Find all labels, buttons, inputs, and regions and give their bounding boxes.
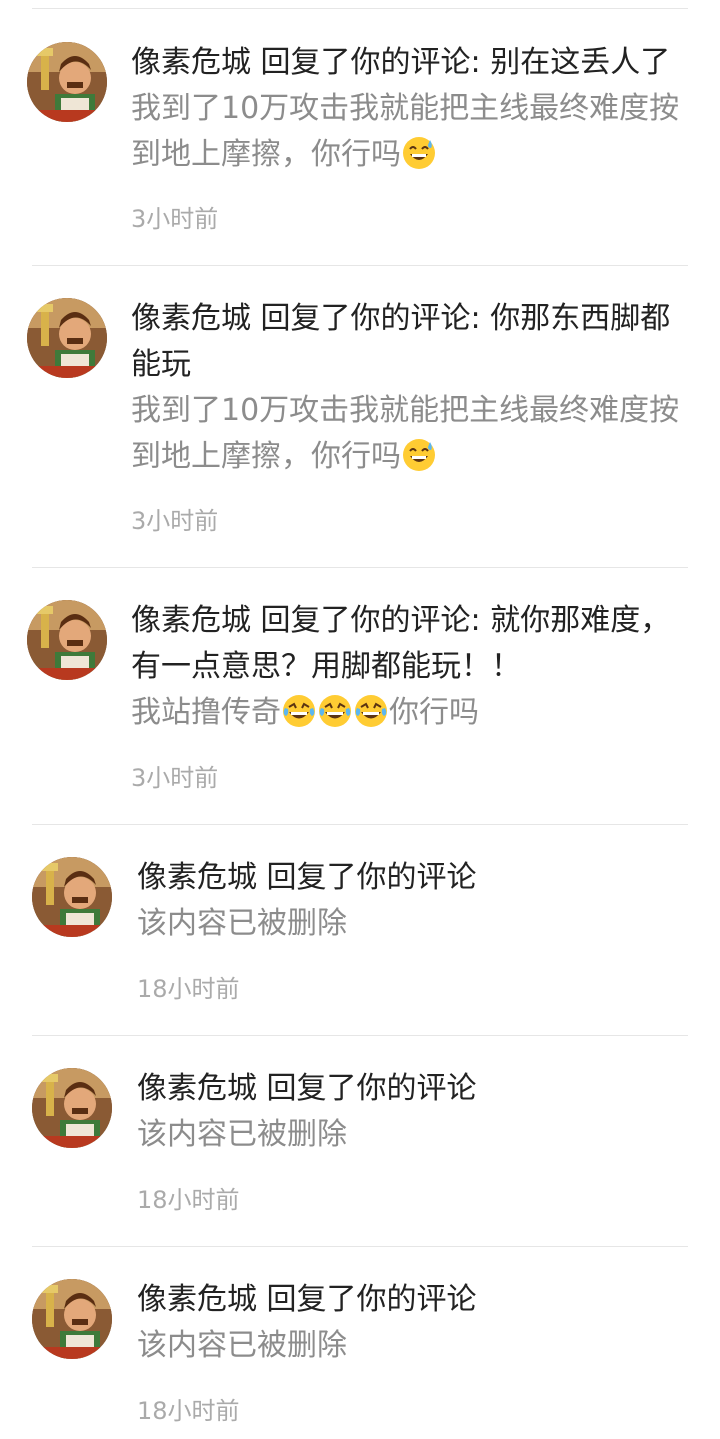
notification-content: 像素危城 回复了你的评论 该内容已被删除 <box>137 855 680 947</box>
timestamp: 3小时前 <box>131 764 219 792</box>
notification-headline: 像素危城 回复了你的评论: 你那东西脚都能玩 <box>131 296 680 388</box>
divider <box>32 265 688 266</box>
timestamp: 18小时前 <box>137 1397 240 1425</box>
action-text: 回复了你的评论 <box>266 1071 477 1106</box>
username[interactable]: 像素危城 <box>137 1071 257 1106</box>
avatar-image <box>27 298 107 378</box>
original-comment[interactable]: 我到了10万攻击我就能把主线最终难度按到地上摩擦，你行吗 <box>131 86 680 178</box>
action-text: 回复了你的评论 <box>260 301 471 336</box>
notification-headline: 像素危城 回复了你的评论: 别在这丢人了 <box>131 40 680 86</box>
avatar[interactable] <box>32 857 112 937</box>
avatar[interactable] <box>27 298 107 378</box>
notification-content: 像素危城 回复了你的评论: 别在这丢人了 我到了10万攻击我就能把主线最终难度按… <box>131 40 680 178</box>
username[interactable]: 像素危城 <box>137 860 257 895</box>
notification-content: 像素危城 回复了你的评论: 就你那难度，有一点意思？用脚都能玩！！ 我站撸传奇 <box>131 598 680 736</box>
timestamp: 18小时前 <box>137 975 240 1003</box>
notification-headline: 像素危城 回复了你的评论: 就你那难度，有一点意思？用脚都能玩！！ <box>131 598 680 690</box>
action-text: 回复了你的评论 <box>260 603 471 638</box>
tears-of-joy-emoji-icon <box>283 695 315 727</box>
deleted-content-text: 该内容已被删除 <box>137 906 347 941</box>
notification-headline: 像素危城 回复了你的评论 <box>137 1277 680 1323</box>
notification-content: 像素危城 回复了你的评论 该内容已被删除 <box>137 1066 680 1158</box>
sweat-smile-emoji-icon <box>403 137 435 169</box>
sweat-smile-emoji-icon <box>403 439 435 471</box>
top-divider <box>32 8 688 9</box>
divider <box>32 824 688 825</box>
notification-content: 像素危城 回复了你的评论 该内容已被删除 <box>137 1277 680 1369</box>
avatar[interactable] <box>32 1279 112 1359</box>
timestamp: 18小时前 <box>137 1186 240 1214</box>
notification-headline: 像素危城 回复了你的评论 <box>137 1066 680 1112</box>
avatar-image <box>27 42 107 122</box>
original-comment[interactable]: 我到了10万攻击我就能把主线最终难度按到地上摩擦，你行吗 <box>131 388 680 480</box>
deleted-content-text: 该内容已被删除 <box>137 1328 347 1363</box>
action-text: 回复了你的评论 <box>266 860 477 895</box>
avatar[interactable] <box>27 42 107 122</box>
avatar-image <box>27 600 107 680</box>
avatar[interactable] <box>27 600 107 680</box>
notification-content: 像素危城 回复了你的评论: 你那东西脚都能玩 我到了10万攻击我就能把主线最终难… <box>131 296 680 480</box>
username[interactable]: 像素危城 <box>137 1282 257 1317</box>
action-text: 回复了你的评论 <box>260 45 471 80</box>
original-comment[interactable]: 我站撸传奇 你行吗 <box>131 690 680 736</box>
username[interactable]: 像素危城 <box>131 301 251 336</box>
avatar-image <box>32 1279 112 1359</box>
divider <box>32 1246 688 1247</box>
original-comment-text: 我站撸传奇 <box>131 695 281 730</box>
avatar-image <box>32 857 112 937</box>
avatar[interactable] <box>32 1068 112 1148</box>
tears-of-joy-emoji-icon <box>319 695 351 727</box>
deleted-content-text: 该内容已被删除 <box>137 1117 347 1152</box>
tears-of-joy-emoji-icon <box>355 695 387 727</box>
original-comment-text: 你行吗 <box>389 695 479 730</box>
action-text: 回复了你的评论 <box>266 1282 477 1317</box>
avatar-image <box>32 1068 112 1148</box>
timestamp: 3小时前 <box>131 507 219 535</box>
reply-text: : 别在这丢人了 <box>470 45 671 80</box>
username[interactable]: 像素危城 <box>131 45 251 80</box>
notification-headline: 像素危城 回复了你的评论 <box>137 855 680 901</box>
timestamp: 3小时前 <box>131 205 219 233</box>
divider <box>32 567 688 568</box>
divider <box>32 1035 688 1036</box>
username[interactable]: 像素危城 <box>131 603 251 638</box>
